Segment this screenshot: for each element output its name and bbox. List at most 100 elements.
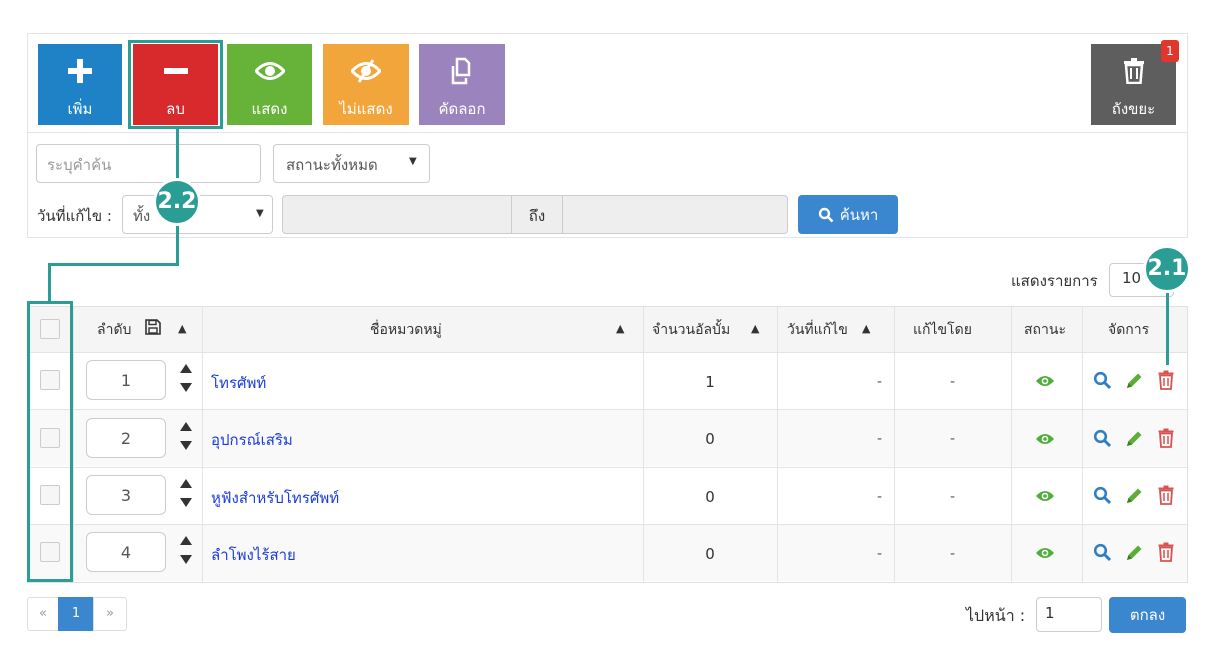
annotation-connector (48, 263, 51, 303)
trash-label: ถังขยะ (1111, 100, 1156, 118)
header-actions: จัดการ (1108, 322, 1150, 338)
plus-icon (38, 54, 122, 88)
copy-icon (419, 54, 505, 88)
album-count: 0 (705, 430, 715, 448)
date-from-input[interactable] (282, 195, 512, 234)
order-input[interactable]: 4 (86, 532, 166, 572)
header-count[interactable]: จำนวนอัลบั้ม (652, 319, 730, 341)
add-button[interactable]: เพิ่ม (38, 44, 122, 125)
per-page-value: 10 (1122, 269, 1142, 287)
header-date[interactable]: วันที่แก้ไข (787, 319, 848, 341)
column-divider (73, 307, 74, 583)
date-to-input[interactable] (562, 195, 788, 234)
column-divider (202, 307, 203, 583)
eye-icon[interactable] (1035, 432, 1055, 446)
status-select-value: สถานะทั้งหมด (286, 156, 378, 174)
goto-page-button[interactable]: ตกลง (1109, 597, 1186, 633)
column-divider (1082, 307, 1083, 583)
sort-up-icon[interactable]: ▲ (862, 322, 870, 335)
modified-date: - (877, 431, 883, 447)
pagination-next[interactable]: » (93, 597, 127, 631)
caret-down-icon: ▼ (409, 156, 417, 167)
album-count: 1 (705, 373, 715, 391)
annotation-connector (48, 263, 179, 266)
search-icon[interactable] (1093, 543, 1112, 562)
annotation-marker-2-2: 2.2 (153, 178, 201, 226)
eye-icon[interactable] (1035, 546, 1055, 560)
order-stepper-icon[interactable] (180, 362, 192, 394)
category-name-link[interactable]: หูฟังสำหรับโทรศัพท์ (211, 486, 339, 510)
goto-page-input[interactable]: 1 (1036, 597, 1102, 632)
search-icon (818, 207, 834, 222)
trash-icon[interactable] (1158, 542, 1174, 562)
per-page-label: แสดงรายการ (1011, 272, 1098, 290)
save-icon[interactable] (144, 318, 162, 336)
caret-down-icon: ▼ (256, 208, 264, 219)
trash-icon[interactable] (1158, 428, 1174, 448)
order-stepper-icon[interactable] (180, 534, 192, 566)
modified-by: - (950, 374, 956, 390)
pencil-icon[interactable] (1124, 486, 1144, 506)
date-type-value: ทั้ง (133, 207, 151, 225)
modified-date: - (877, 374, 883, 390)
search-icon[interactable] (1093, 371, 1112, 390)
search-icon[interactable] (1093, 429, 1112, 448)
annotation-connector (1166, 285, 1169, 365)
eye-slash-icon (323, 54, 409, 88)
eye-icon (227, 54, 312, 88)
delete-highlight-frame (128, 40, 223, 129)
show-button[interactable]: แสดง (227, 44, 312, 125)
trash-icon[interactable] (1158, 370, 1174, 390)
pagination-prev[interactable]: « (27, 597, 59, 631)
header-order[interactable]: ลำดับ (97, 319, 131, 341)
show-label: แสดง (251, 100, 288, 118)
toolbar-divider (27, 132, 1188, 133)
category-name-link[interactable]: อุปกรณ์เสริม (211, 428, 293, 452)
date-range-separator: ถึง (511, 195, 563, 234)
pencil-icon[interactable] (1124, 429, 1144, 449)
header-name[interactable]: ชื่อหมวดหมู่ (370, 319, 442, 341)
order-input[interactable]: 1 (86, 360, 166, 400)
header-editor: แก้ไขโดย (913, 322, 972, 338)
sort-up-icon[interactable]: ▲ (178, 322, 186, 335)
pagination-page-current[interactable]: 1 (58, 597, 94, 631)
annotation-marker-2-1: 2.1 (1143, 245, 1191, 293)
search-input[interactable]: ระบุคำค้น (36, 144, 261, 183)
order-stepper-icon[interactable] (180, 477, 192, 509)
modified-by: - (950, 431, 956, 447)
column-divider (777, 307, 778, 583)
header-status: สถานะ (1024, 322, 1066, 338)
modified-date: - (877, 489, 883, 505)
column-divider (1011, 307, 1012, 583)
goto-page-label: ไปหน้า : (966, 606, 1026, 625)
date-filter-label: วันที่แก้ไข : (37, 207, 112, 225)
copy-label: คัดลอก (438, 100, 486, 118)
search-button-label: ค้นหา (839, 205, 879, 224)
eye-icon[interactable] (1035, 489, 1055, 503)
album-count: 0 (705, 488, 715, 506)
status-select[interactable]: สถานะทั้งหมด (273, 144, 430, 183)
category-name-link[interactable]: โทรศัพท์ (211, 371, 266, 395)
category-name-link[interactable]: ลำโพงไร้สาย (211, 543, 296, 567)
sort-up-icon[interactable]: ▲ (616, 322, 624, 335)
eye-icon[interactable] (1035, 374, 1055, 388)
add-label: เพิ่ม (67, 100, 93, 118)
modified-by: - (950, 546, 956, 562)
hide-button[interactable]: ไม่แสดง (323, 44, 409, 125)
hide-label: ไม่แสดง (339, 100, 393, 118)
column-divider (894, 307, 895, 583)
sort-up-icon[interactable]: ▲ (751, 322, 759, 335)
search-button[interactable]: ค้นหา (798, 195, 898, 234)
pencil-icon[interactable] (1124, 543, 1144, 563)
album-count: 0 (705, 545, 715, 563)
modified-date: - (877, 546, 883, 562)
trash-icon[interactable] (1158, 485, 1174, 505)
copy-button[interactable]: คัดลอก (419, 44, 505, 125)
order-stepper-icon[interactable] (180, 420, 192, 452)
search-icon[interactable] (1093, 486, 1112, 505)
order-input[interactable]: 3 (86, 475, 166, 515)
checkbox-column-highlight (27, 301, 73, 582)
pencil-icon[interactable] (1124, 371, 1144, 391)
order-input[interactable]: 2 (86, 418, 166, 458)
modified-by: - (950, 489, 956, 505)
